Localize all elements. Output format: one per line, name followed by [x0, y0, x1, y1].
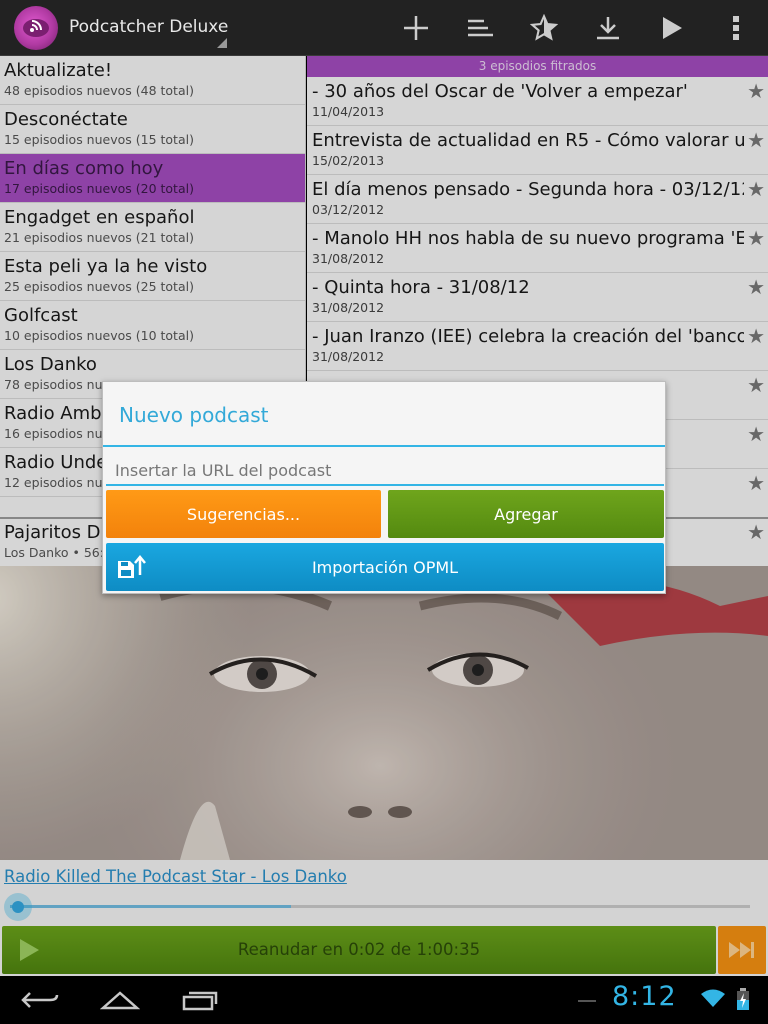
suggestions-label: Sugerencias...: [186, 504, 301, 524]
dialog-divider: [103, 445, 665, 447]
add-button[interactable]: Agregar: [388, 490, 664, 538]
podcast-url-input[interactable]: [106, 450, 664, 486]
battery-charging-icon: [736, 988, 750, 1014]
status-clock: 8:12: [612, 981, 677, 1012]
new-podcast-dialog: Nuevo podcast Sugerencias... Agregar Imp…: [102, 381, 666, 594]
suggestions-button[interactable]: Sugerencias...: [106, 490, 381, 538]
dialog-title: Nuevo podcast: [119, 403, 269, 427]
title-dropdown-caret-icon: [217, 38, 227, 48]
app-title[interactable]: Podcatcher Deluxe: [69, 17, 228, 37]
overflow-menu-icon[interactable]: [716, 8, 756, 48]
sort-icon[interactable]: [460, 8, 500, 48]
system-nav-bar: 8:12: [0, 976, 768, 1024]
download-icon[interactable]: [588, 8, 628, 48]
star-icon[interactable]: [524, 8, 564, 48]
app-logo-icon[interactable]: [14, 6, 58, 50]
back-icon[interactable]: [18, 984, 62, 1016]
opml-import-button[interactable]: Importación OPML: [106, 543, 664, 591]
status-divider: [578, 1000, 596, 1002]
action-bar: Podcatcher Deluxe: [0, 0, 768, 56]
wifi-icon: [700, 988, 726, 1012]
add-label: Agregar: [494, 504, 558, 524]
play-icon[interactable]: [652, 8, 692, 48]
opml-label: Importación OPML: [311, 557, 459, 577]
opml-import-icon: [118, 555, 146, 578]
add-icon[interactable]: [396, 8, 436, 48]
home-icon[interactable]: [98, 984, 142, 1016]
recent-apps-icon[interactable]: [178, 984, 222, 1016]
